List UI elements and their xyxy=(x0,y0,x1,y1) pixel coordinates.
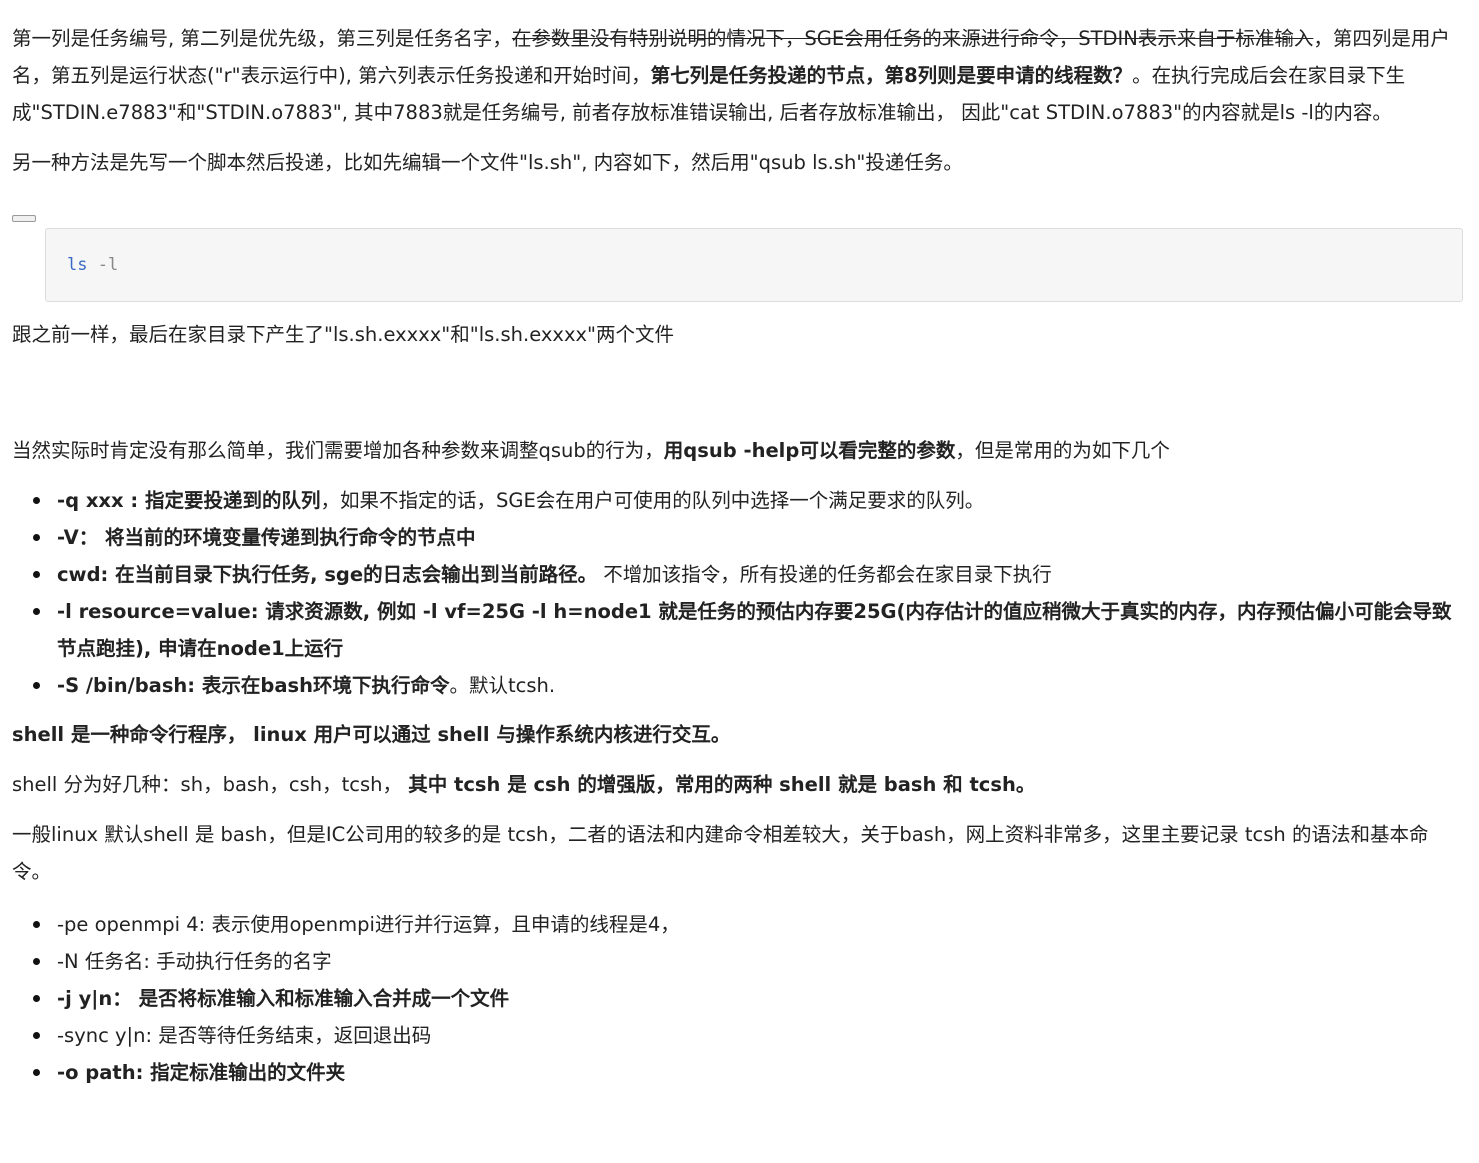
bold-text: 第七列是任务投递的节点，第8列则是要申请的线程数？ xyxy=(650,64,1133,87)
strikethrough-text: 在参数里没有特别说明的情况下，SGE会用任务的来源进行命令，STDIN表示来自于… xyxy=(511,27,1314,50)
list-item: -N 任务名: 手动执行任务的名字 xyxy=(33,943,1467,980)
list-item: -V： 将当前的环境变量传递到执行命令的节点中 xyxy=(33,519,1467,556)
text: shell 分为好几种：sh，bash，csh，tcsh， xyxy=(12,773,409,796)
qsub-options-list-2: -pe openmpi 4: 表示使用openmpi进行并行运算，且申请的线程是… xyxy=(12,906,1467,1091)
list-item: -sync y|n: 是否等待任务结束，返回退出码 xyxy=(33,1017,1467,1054)
code-block: ls -l xyxy=(45,228,1463,302)
list-item: -l resource=value: 请求资源数, 例如 -l vf=25G -… xyxy=(33,593,1467,667)
paragraph-output-files: 跟之前一样，最后在家目录下产生了"ls.sh.exxxx"和"ls.sh.exx… xyxy=(12,323,674,346)
code-command: ls xyxy=(67,255,88,275)
list-item: -S /bin/bash: 表示在bash环境下执行命令。默认tcsh. xyxy=(33,667,1467,704)
text: 当然实际时肯定没有那么简单，我们需要增加各种参数来调整qsub的行为， xyxy=(12,439,664,462)
option-name: -l resource=value: 请求资源数, 例如 -l vf=25G -… xyxy=(57,600,1452,660)
option-desc: ，如果不指定的话，SGE会在用户可使用的队列中选择一个满足要求的队列。 xyxy=(320,489,985,512)
paragraph-default-shell: 一般linux 默认shell 是 bash，但是IC公司用的较多的是 tcsh… xyxy=(12,823,1429,883)
option-name: -q xxx : 指定要投递到的队列 xyxy=(57,489,321,512)
option-desc: -sync y|n: 是否等待任务结束，返回退出码 xyxy=(57,1024,432,1047)
bold-text: 用qsub -help可以看完整的参数 xyxy=(663,439,956,462)
paragraph-qsub-params-intro: 当然实际时肯定没有那么简单，我们需要增加各种参数来调整qsub的行为，用qsub… xyxy=(12,432,1467,469)
paragraph-shell-types: shell 分为好几种：sh，bash，csh，tcsh， 其中 tcsh 是 … xyxy=(12,766,1467,803)
option-name: cwd: 在当前目录下执行任务, sge的日志会输出到当前路径。 xyxy=(57,563,598,586)
option-name: -o path: 指定标准输出的文件夹 xyxy=(57,1061,346,1084)
list-item: -q xxx : 指定要投递到的队列，如果不指定的话，SGE会在用户可使用的队列… xyxy=(33,482,1467,519)
option-desc: 不增加该指令，所有投递的任务都会在家目录下执行 xyxy=(597,563,1052,586)
paragraph-job-columns: 第一列是任务编号, 第二列是优先级，第三列是任务名字，在参数里没有特别说明的情况… xyxy=(12,20,1467,131)
option-desc: -pe openmpi 4: 表示使用openmpi进行并行运算，且申请的线程是… xyxy=(57,913,680,936)
qsub-options-list: -q xxx : 指定要投递到的队列，如果不指定的话，SGE会在用户可使用的队列… xyxy=(12,482,1467,704)
bold-text: 其中 tcsh 是 csh 的增强版，常用的两种 shell 就是 bash 和… xyxy=(408,773,1036,796)
list-item: -j y|n： 是否将标准输入和标准输入合并成一个文件 xyxy=(33,980,1467,1017)
list-item: -pe openmpi 4: 表示使用openmpi进行并行运算，且申请的线程是… xyxy=(33,906,1467,943)
option-desc: -N 任务名: 手动执行任务的名字 xyxy=(57,950,332,973)
text: 第一列是任务编号, 第二列是优先级，第三列是任务名字， xyxy=(12,27,512,50)
list-item: -o path: 指定标准输出的文件夹 xyxy=(33,1054,1467,1091)
option-desc: 。默认tcsh. xyxy=(449,674,556,697)
code-argument: -l xyxy=(97,255,119,275)
list-item: cwd: 在当前目录下执行任务, sge的日志会输出到当前路径。 不增加该指令，… xyxy=(33,556,1467,593)
paragraph-script-method: 另一种方法是先写一个脚本然后投递，比如先编辑一个文件"ls.sh", 内容如下，… xyxy=(12,151,963,174)
bold-text: shell 是一种命令行程序， linux 用户可以通过 shell 与操作系统… xyxy=(12,723,731,746)
code-collapse-button[interactable] xyxy=(12,215,36,222)
text: ，但是常用的为如下几个 xyxy=(955,439,1170,462)
paragraph-shell-definition: shell 是一种命令行程序， linux 用户可以通过 shell 与操作系统… xyxy=(12,716,1467,753)
option-name: -j y|n： 是否将标准输入和标准输入合并成一个文件 xyxy=(57,987,510,1010)
option-name: -V： 将当前的环境变量传递到执行命令的节点中 xyxy=(57,526,476,549)
option-name: -S /bin/bash: 表示在bash环境下执行命令 xyxy=(57,674,450,697)
article-body: 第一列是任务编号, 第二列是优先级，第三列是任务名字，在参数里没有特别说明的情况… xyxy=(0,0,1479,1091)
